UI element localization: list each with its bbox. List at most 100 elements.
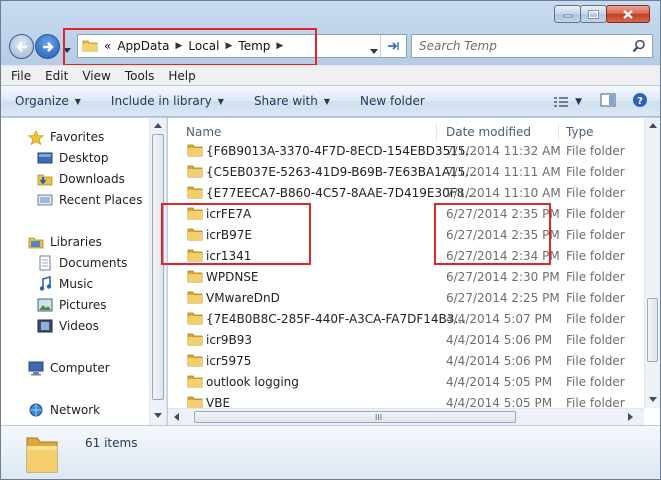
documents-icon — [36, 255, 54, 271]
help-button[interactable]: ? — [632, 92, 648, 111]
horizontal-scroll-thumb[interactable]: III — [194, 411, 516, 423]
grip-icon: III — [375, 413, 383, 422]
file-row[interactable]: VMwareDnD 6/27/2014 2:25 PM File folder — [168, 287, 644, 308]
share-with-button[interactable]: Share with ▼ — [254, 94, 330, 108]
nav-favorites-label: Favorites — [50, 130, 105, 144]
menu-file[interactable]: File — [11, 69, 31, 83]
help-icon: ? — [633, 93, 647, 107]
menu-tools[interactable]: Tools — [125, 69, 155, 83]
column-type[interactable]: Type — [566, 125, 594, 139]
file-date-modified: 4/4/2014 5:06 PM — [446, 354, 553, 368]
file-date-modified: 4/4/2014 5:05 PM — [446, 375, 553, 389]
file-type: File folder — [566, 375, 625, 389]
nav-desktop[interactable]: Desktop — [36, 150, 109, 166]
scroll-down-icon[interactable] — [649, 397, 657, 402]
address-dropdown[interactable] — [370, 43, 378, 57]
nav-videos-label: Videos — [59, 319, 99, 333]
nav-network-label: Network — [50, 403, 101, 417]
desktop-icon — [36, 150, 54, 166]
back-button[interactable] — [9, 34, 34, 59]
include-in-library-button[interactable]: Include in library ▼ — [111, 94, 224, 108]
chevron-down-icon: ▼ — [217, 96, 224, 106]
nav-pictures[interactable]: Pictures — [36, 297, 107, 313]
menu-help[interactable]: Help — [168, 69, 195, 83]
file-date-modified: 4/4/2014 5:06 PM — [446, 333, 553, 347]
videos-icon — [36, 318, 54, 334]
nav-recent-places[interactable]: Recent Places — [36, 192, 142, 208]
folder-icon — [187, 396, 203, 409]
file-list-pane: Name Date modified Type {F6B9013A-3370-4… — [168, 118, 660, 425]
nav-videos[interactable]: Videos — [36, 318, 99, 334]
search-icon[interactable] — [632, 39, 646, 53]
folder-icon — [187, 165, 203, 178]
nav-libraries[interactable]: Libraries — [27, 234, 102, 250]
highlight-box-dates — [434, 203, 551, 265]
file-list-horizontal-scrollbar[interactable]: III — [168, 408, 644, 425]
nav-documents-label: Documents — [59, 256, 128, 270]
file-type: File folder — [566, 228, 625, 242]
file-list-vertical-scrollbar[interactable] — [644, 118, 660, 408]
view-options-button[interactable]: ▼ — [553, 96, 582, 108]
star-icon — [27, 129, 45, 145]
menu-edit[interactable]: Edit — [45, 69, 68, 83]
network-icon — [27, 402, 45, 418]
file-date-modified: 6/27/2014 2:25 PM — [446, 291, 560, 305]
item-count: 61 items — [85, 436, 138, 450]
scroll-right-icon[interactable] — [628, 413, 633, 421]
menu-view[interactable]: View — [82, 69, 110, 83]
column-divider[interactable] — [558, 123, 559, 141]
file-type: File folder — [566, 312, 625, 326]
folder-icon — [187, 354, 203, 367]
column-date-modified[interactable]: Date modified — [446, 125, 531, 139]
nav-computer[interactable]: Computer — [27, 360, 110, 376]
nav-music[interactable]: Music — [36, 276, 93, 292]
column-divider[interactable] — [436, 123, 437, 141]
nav-music-label: Music — [59, 277, 94, 291]
file-row[interactable]: WPDNSE 6/27/2014 2:30 PM File folder — [168, 266, 644, 287]
nav-network[interactable]: Network — [27, 402, 100, 418]
column-name[interactable]: Name — [186, 125, 221, 139]
file-row[interactable]: {C5EB037E-5263-41D9-B69B-7E63BA1A15... 7/… — [168, 161, 644, 182]
minimize-icon[interactable] — [554, 5, 581, 23]
nav-pane-scroll-thumb[interactable] — [152, 134, 164, 400]
nav-documents[interactable]: Documents — [36, 255, 127, 271]
scroll-down-icon[interactable] — [154, 413, 162, 418]
share-with-label: Share with — [253, 94, 318, 108]
file-row[interactable]: {E77EECA7-B860-4C57-8AAE-7D419E30F8... 7/… — [168, 182, 644, 203]
file-name: WPDNSE — [206, 270, 259, 284]
scroll-up-icon[interactable] — [154, 123, 162, 128]
file-date-modified: 4/4/2014 5:07 PM — [446, 312, 553, 326]
nav-pane-scrollbar[interactable] — [149, 118, 166, 425]
file-row[interactable]: {7E4B0B8C-285F-440F-A3CA-FA7DF14B3... 4/4… — [168, 308, 644, 329]
computer-icon — [27, 360, 45, 376]
file-name: icr5975 — [206, 354, 252, 368]
nav-desktop-label: Desktop — [59, 151, 109, 165]
file-row[interactable]: outlook logging 4/4/2014 5:05 PM File fold… — [168, 371, 644, 392]
preview-pane-button[interactable] — [600, 93, 616, 110]
nav-libraries-label: Libraries — [50, 235, 102, 249]
scroll-left-icon[interactable] — [174, 413, 179, 421]
search-input[interactable]: Search Temp — [419, 39, 497, 53]
file-row[interactable]: icr9B93 4/4/2014 5:06 PM File folder — [168, 329, 644, 350]
caption-buttons — [554, 5, 650, 23]
file-name: VMwareDnD — [206, 291, 280, 305]
nav-downloads[interactable]: Downloads — [36, 171, 125, 187]
forward-button[interactable] — [35, 34, 60, 59]
file-list-scroll-thumb[interactable] — [647, 298, 658, 362]
file-row[interactable]: icr5975 4/4/2014 5:06 PM File folder — [168, 350, 644, 371]
scroll-up-icon[interactable] — [649, 123, 657, 128]
file-row[interactable]: {F6B9013A-3370-4F7D-8ECD-154EBD3515... 7/… — [168, 140, 644, 161]
chevron-down-icon: ▼ — [74, 96, 81, 106]
chevron-down-icon: ▼ — [323, 96, 330, 106]
search-box[interactable]: Search Temp — [411, 34, 653, 58]
refresh-button[interactable] — [380, 35, 404, 57]
nav-favorites[interactable]: Favorites — [27, 129, 104, 145]
organize-button[interactable]: Organize ▼ — [15, 94, 81, 108]
maximize-icon[interactable] — [580, 5, 607, 23]
folder-large-icon — [26, 437, 58, 473]
file-date-modified: 6/27/2014 2:30 PM — [446, 270, 560, 284]
folder-icon — [187, 186, 203, 199]
folder-icon — [187, 291, 203, 304]
close-icon[interactable] — [606, 5, 650, 23]
new-folder-button[interactable]: New folder — [360, 94, 425, 108]
